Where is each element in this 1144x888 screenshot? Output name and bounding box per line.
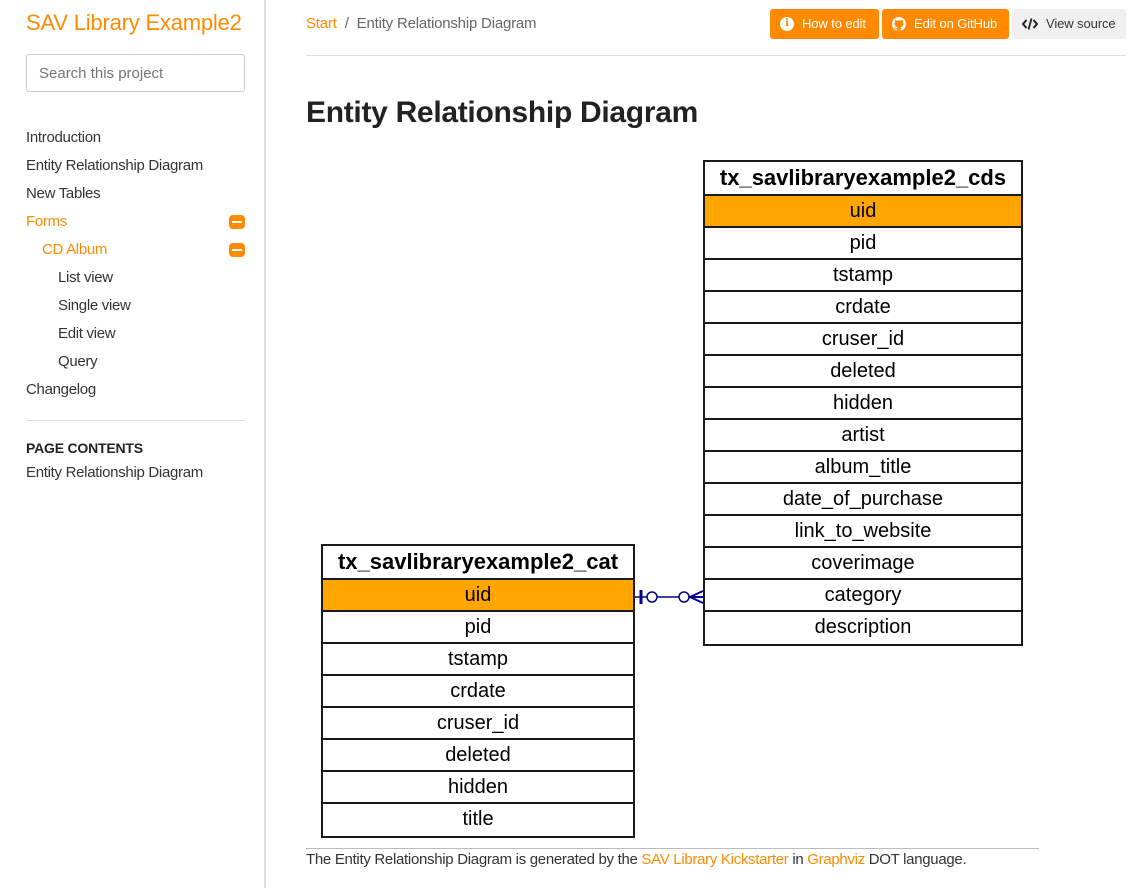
sidebar-item-query[interactable]: Query — [26, 348, 245, 376]
zero-cardinality-circle — [678, 591, 690, 603]
page-contents-heading: PAGE CONTENTS — [26, 440, 143, 456]
crowfoot-many-mark — [689, 590, 704, 604]
sidebar-item-label: Forms — [26, 213, 67, 230]
edit-on-github-button[interactable]: Edit on GitHub — [882, 9, 1009, 39]
view-source-button[interactable]: View source — [1012, 9, 1126, 39]
site-title-link[interactable]: SAV Library Example2 — [26, 10, 242, 36]
diagram-caption: The Entity Relationship Diagram is gener… — [306, 851, 967, 868]
sav-library-kickstarter-link[interactable]: SAV Library Kickstarter — [641, 851, 788, 868]
sidebar: SAV Library Example2 Introduction Entity… — [0, 0, 266, 888]
breadcrumb-start-link[interactable]: Start — [306, 15, 337, 32]
sidebar-item-label: Introduction — [26, 129, 101, 146]
header-divider — [306, 55, 1126, 56]
breadcrumb-separator: / — [344, 15, 349, 32]
caption-text: DOT language. — [864, 851, 967, 868]
caption-text: The Entity Relationship Diagram is gener… — [306, 851, 642, 868]
zero-cardinality-circle — [646, 591, 658, 603]
caption-text: in — [788, 851, 808, 868]
how-to-edit-button[interactable]: i How to edit — [770, 9, 879, 39]
sidebar-item-label: Single view — [58, 297, 131, 314]
code-icon — [1022, 18, 1038, 30]
relationship-connector — [635, 590, 704, 604]
er-diagram: tx_savlibraryexample2_cds uid pid tstamp cr… — [306, 150, 1046, 846]
sidebar-item-label: Changelog — [26, 381, 96, 398]
sidebar-item-label: List view — [58, 269, 113, 286]
github-icon — [892, 17, 906, 31]
sidebar-item-label: Entity Relationship Diagram — [26, 157, 203, 174]
sidebar-item-label: CD Album — [42, 241, 108, 258]
sidebar-item-cd-album[interactable]: CD Album — [26, 236, 245, 264]
sidebar-item-label: Edit view — [58, 325, 116, 342]
search-input[interactable] — [26, 54, 245, 92]
collapse-icon[interactable] — [229, 215, 245, 229]
toc-item-entity-relationship-diagram[interactable]: Entity Relationship Diagram — [26, 464, 203, 481]
collapse-icon[interactable] — [229, 243, 245, 257]
sidebar-item-new-tables[interactable]: New Tables — [26, 180, 245, 208]
page-title: Entity Relationship Diagram — [306, 96, 698, 129]
breadcrumb: Start / Entity Relationship Diagram — [306, 15, 537, 32]
sidebar-item-entity-relationship-diagram[interactable]: Entity Relationship Diagram — [26, 152, 245, 180]
graphviz-link[interactable]: Graphviz — [807, 851, 865, 868]
sidebar-divider — [26, 420, 245, 421]
edit-on-github-label: Edit on GitHub — [914, 16, 998, 31]
sidebar-item-label: Query — [58, 353, 98, 370]
how-to-edit-label: How to edit — [802, 16, 866, 31]
sidebar-nav: Introduction Entity Relationship Diagram… — [26, 124, 245, 404]
content-divider — [306, 848, 1039, 849]
sidebar-item-list-view[interactable]: List view — [26, 264, 245, 292]
info-icon: i — [780, 17, 794, 31]
breadcrumb-current: Entity Relationship Diagram — [356, 15, 537, 32]
sidebar-item-edit-view[interactable]: Edit view — [26, 320, 245, 348]
sidebar-item-changelog[interactable]: Changelog — [26, 376, 245, 404]
sidebar-item-introduction[interactable]: Introduction — [26, 124, 245, 152]
view-source-label: View source — [1046, 16, 1116, 31]
sidebar-item-single-view[interactable]: Single view — [26, 292, 245, 320]
sidebar-item-forms[interactable]: Forms — [26, 208, 245, 236]
sidebar-item-label: New Tables — [26, 185, 101, 202]
